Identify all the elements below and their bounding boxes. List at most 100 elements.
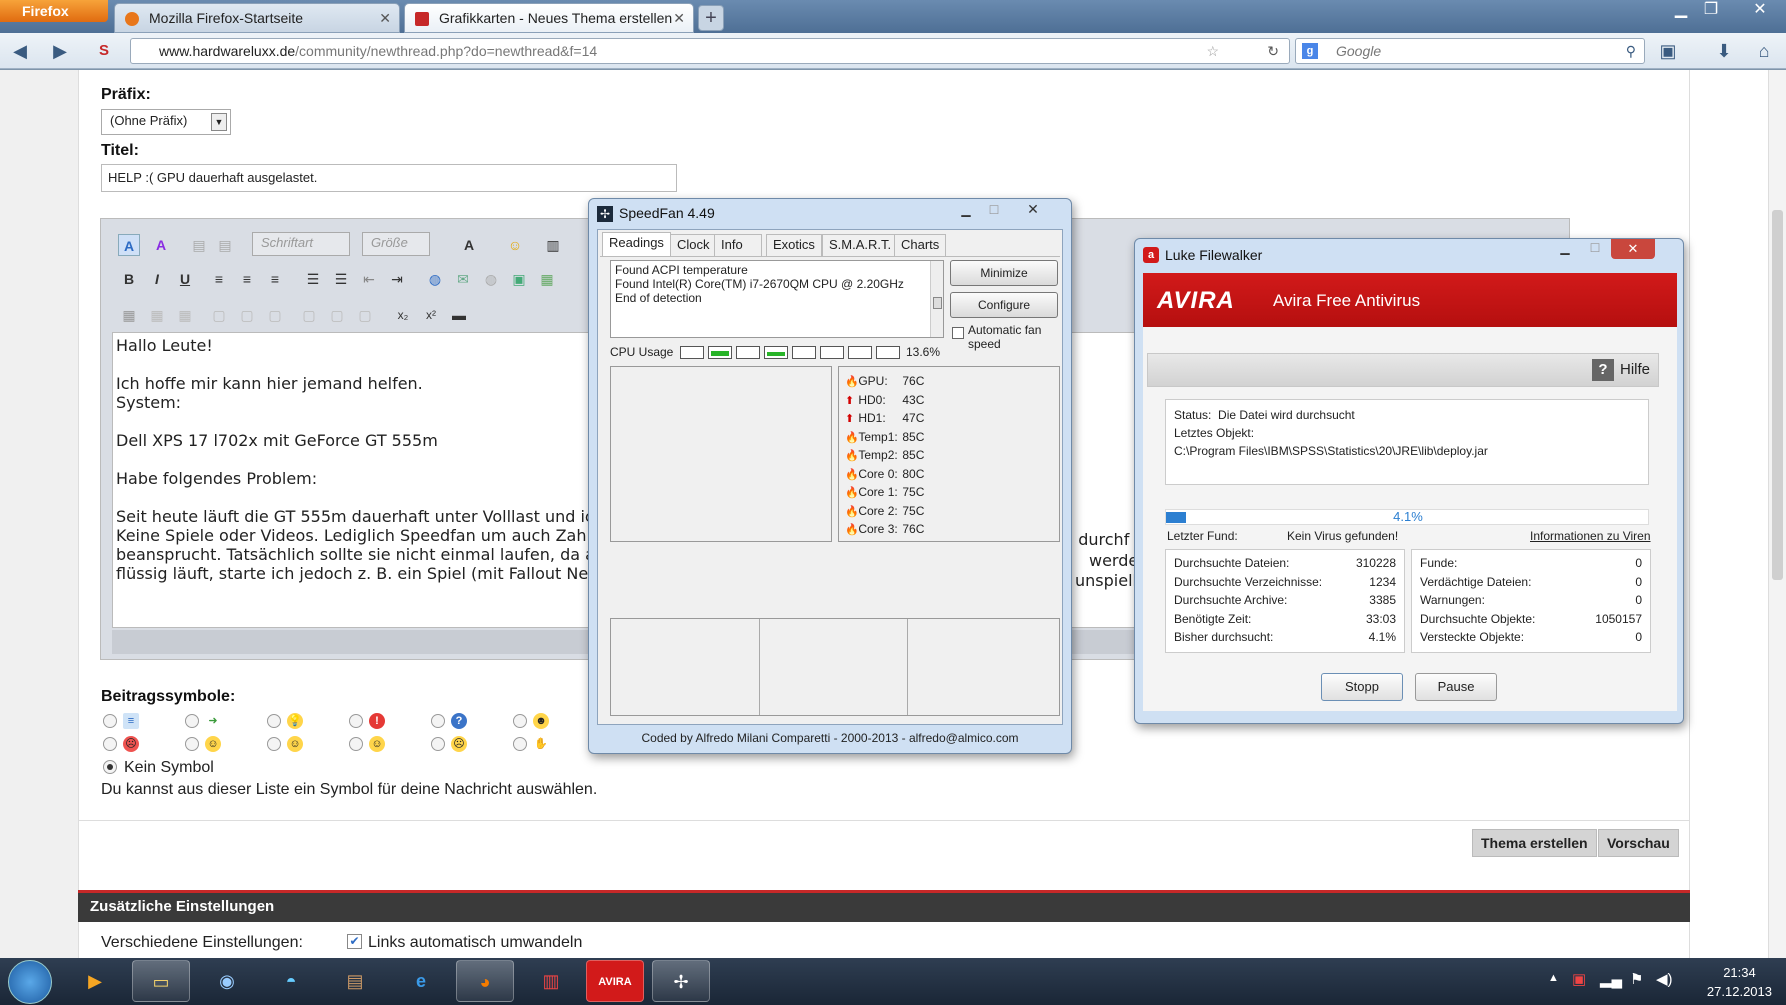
tab-clock[interactable]: Clock [670, 234, 717, 256]
indent-icon[interactable]: ⇥ [386, 268, 408, 290]
prefix-select[interactable]: (Ohne Präfix) ▼ [101, 109, 231, 135]
explorer-icon[interactable]: ▭ [132, 960, 190, 1002]
firefox-menu-button[interactable]: Firefox [0, 0, 108, 22]
tab-charts[interactable]: Charts [894, 234, 947, 256]
tab-exotics[interactable]: Exotics [766, 234, 822, 256]
configure-button[interactable]: Configure [950, 292, 1058, 318]
back-icon[interactable]: ◀ [8, 39, 32, 63]
title-input[interactable]: HELP :( GPU dauerhaft ausgelastet. [101, 164, 677, 192]
tab-readings[interactable]: Readings [602, 232, 671, 256]
start-button[interactable] [8, 960, 52, 1004]
volume-icon[interactable]: ◀) [1656, 970, 1673, 988]
tab-smart[interactable]: S.M.A.R.T. [822, 234, 899, 256]
outdent-icon[interactable]: ⇤ [358, 268, 380, 290]
font-color-icon[interactable]: A [458, 234, 480, 256]
tab-info[interactable]: Info [714, 234, 762, 256]
align-right-icon[interactable]: ≡ [264, 268, 286, 290]
app-icon-1[interactable]: ◉ [198, 960, 256, 1002]
minimize-button[interactable]: Minimize [950, 260, 1058, 286]
scrollbar[interactable] [1768, 70, 1786, 958]
log-scrollbar[interactable] [930, 261, 943, 337]
tab-firefox-start[interactable]: Mozilla Firefox-Startseite ✕ [114, 3, 400, 33]
code-icon[interactable]: ▢ [208, 304, 230, 326]
wysiwyg-toggle-icon[interactable]: A [118, 234, 140, 256]
attach-icon[interactable]: ▥ [542, 234, 564, 256]
no-symbol-radio[interactable] [103, 760, 117, 774]
html-icon[interactable]: ▢ [236, 304, 258, 326]
close-icon[interactable]: ✕ [1611, 239, 1655, 259]
tab-grafikkarten[interactable]: Grafikkarten - Neues Thema erstellen ✕ [404, 3, 694, 33]
scrollbar-thumb[interactable] [1772, 210, 1783, 580]
create-thread-button[interactable]: Thema erstellen [1472, 829, 1597, 857]
download-icon[interactable]: ⬇ [1712, 39, 1736, 63]
superscript-icon[interactable]: x² [420, 304, 442, 326]
post-icon-radio[interactable] [185, 737, 199, 751]
tray-app-icon[interactable]: ▣ [1572, 970, 1586, 988]
minimize-icon[interactable]: ▁ [953, 203, 979, 221]
post-icon-radio[interactable] [513, 737, 527, 751]
table-row-icon[interactable]: ▦ [146, 304, 168, 326]
underline-icon[interactable]: U [174, 268, 196, 290]
close-icon[interactable]: ✕ [1011, 201, 1055, 221]
bookmark-star-icon[interactable]: ☆ [1206, 39, 1219, 63]
maximize-icon[interactable]: ☐ [981, 203, 1007, 221]
cut-icon[interactable]: ▤ [188, 234, 210, 256]
scrollbar-thumb[interactable] [933, 297, 942, 309]
pdf-icon[interactable]: ▥ [522, 960, 580, 1002]
image-icon[interactable]: ▣ [508, 268, 530, 290]
auto-fan-checkbox[interactable] [952, 327, 964, 339]
site-identity-icon[interactable]: S [92, 39, 116, 63]
bold-icon[interactable]: B [118, 268, 140, 290]
reload-icon[interactable]: ↻ [1267, 39, 1279, 63]
video-icon[interactable]: ▦ [536, 268, 558, 290]
search-input[interactable]: g Google ⚲ [1295, 38, 1645, 64]
post-icon-radio[interactable] [513, 714, 527, 728]
align-left-icon[interactable]: ≡ [208, 268, 230, 290]
link-icon[interactable]: ◍ [424, 268, 446, 290]
align-center-icon[interactable]: ≡ [236, 268, 258, 290]
remove-format-icon[interactable]: A [150, 234, 172, 256]
smilies-icon[interactable]: ☺ [504, 234, 526, 256]
help-button[interactable]: ? Hilfe [1591, 358, 1650, 382]
minimize-icon[interactable]: ▁ [1551, 241, 1579, 259]
table-col-icon[interactable]: ▦ [174, 304, 196, 326]
virus-info-link[interactable]: Informationen zu Viren [1530, 527, 1651, 546]
internet-explorer-icon[interactable]: e [392, 960, 450, 1002]
pause-button[interactable]: Pause [1415, 673, 1497, 701]
forward-icon[interactable]: ▶ [48, 39, 72, 63]
ordered-list-icon[interactable]: ☰ [302, 268, 324, 290]
avira-taskbar-icon[interactable]: AVIRA [586, 960, 644, 1002]
restore-icon[interactable]: ❐ [1696, 0, 1726, 22]
post-icon-radio[interactable] [431, 714, 445, 728]
app-icon-3[interactable]: ▤ [326, 960, 384, 1002]
close-icon[interactable]: ✕ [379, 4, 391, 32]
paste-icon[interactable]: ▤ [214, 234, 236, 256]
post-icon-radio[interactable] [103, 737, 117, 751]
preview-button[interactable]: Vorschau [1598, 829, 1679, 857]
post-icon-radio[interactable] [349, 737, 363, 751]
media-player-icon[interactable]: ▶ [66, 960, 124, 1002]
spoiler-icon[interactable]: ▢ [326, 304, 348, 326]
close-window-icon[interactable]: ✕ [1740, 0, 1780, 22]
unordered-list-icon[interactable]: ☰ [330, 268, 352, 290]
home-icon[interactable]: ⌂ [1752, 39, 1776, 63]
minimize-icon[interactable]: ▁ [1666, 0, 1696, 22]
italic-icon[interactable]: I [146, 268, 168, 290]
close-icon[interactable]: ✕ [673, 4, 685, 32]
horizontal-rule-icon[interactable]: ▬ [448, 304, 470, 326]
post-icon-radio[interactable] [349, 714, 363, 728]
tray-expand-icon[interactable]: ▲ [1548, 972, 1559, 984]
speedfan-taskbar-icon[interactable]: ✢ [652, 960, 710, 1002]
post-icon-radio[interactable] [103, 714, 117, 728]
quote-icon[interactable]: ▢ [298, 304, 320, 326]
email-icon[interactable]: ✉ [452, 268, 474, 290]
autolink-checkbox[interactable]: ✔ [347, 934, 362, 949]
system-clock[interactable]: 21:34 27.12.2013 [1707, 963, 1772, 1001]
post-icon-radio[interactable] [431, 737, 445, 751]
bookmarks-icon[interactable]: ▣ [1656, 39, 1680, 63]
font-select[interactable]: Schriftart [252, 232, 350, 256]
network-icon[interactable]: ▂▄ [1600, 970, 1622, 988]
post-icon-radio[interactable] [267, 737, 281, 751]
subscript-icon[interactable]: x₂ [392, 304, 414, 326]
url-bar[interactable]: www.hardwareluxx.de/community/newthread.… [130, 38, 1290, 64]
